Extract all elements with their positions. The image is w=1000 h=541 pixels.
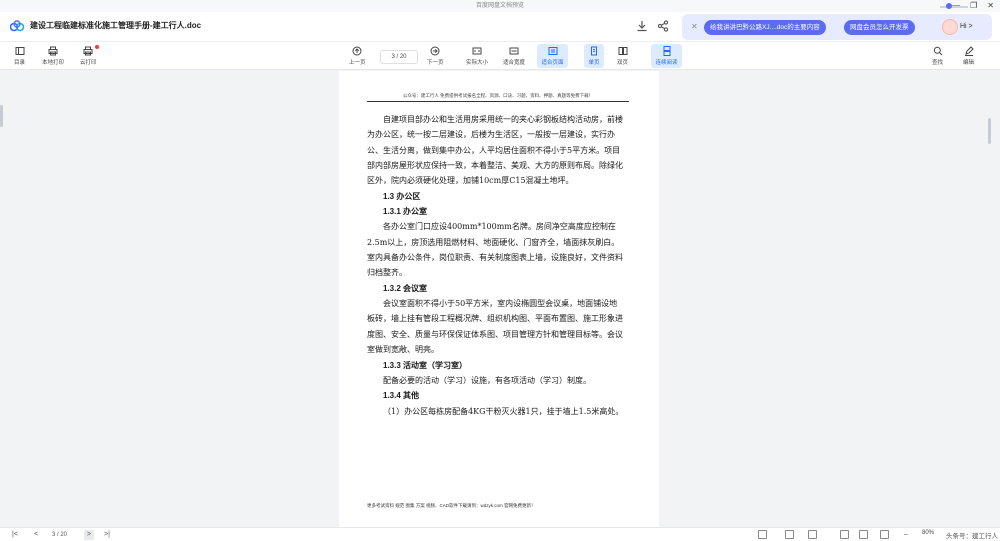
page-body: 自建项目部办公和生活用房采用统一的夹心彩钢板结构活动房，前楼为办公区，统一按二层…: [367, 112, 625, 419]
single-view-icon[interactable]: [785, 530, 794, 539]
document-page: 公众号：建工行人 免费提供考试报名全程、资源、口诀、习题、资料、押题、真题等免费…: [339, 71, 659, 527]
download-icon[interactable]: [636, 20, 648, 32]
zoom-out-icon[interactable]: –: [904, 530, 908, 540]
continuous-reading-button[interactable]: 连续阅读: [651, 44, 682, 68]
prev-page-button[interactable]: 上一页: [349, 44, 366, 68]
page-footer-text: 更多考试资料 规范 图集 方案 视频、CAD软件下载请到：wdzyk.com 官…: [367, 503, 536, 508]
zoom-slider[interactable]: [940, 6, 968, 8]
cloud-printer-icon: [83, 46, 93, 56]
fit-width-icon: [509, 47, 519, 55]
catalog-icon: [15, 47, 24, 55]
close-icon[interactable]: ✕: [987, 0, 994, 12]
paragraph: （1）办公区每栋房配备4KG干粉灭火器1只，挂于墙上1.5米高处。: [383, 406, 624, 416]
document-title: 建设工程临建标准化施工管理手册-建工行人.doc: [30, 21, 202, 30]
next-page-icon[interactable]: >: [84, 530, 95, 540]
page-number-input[interactable]: 3 / 20: [380, 50, 418, 64]
reader-toolbar: 目录 本地打印 云打印 上一页 下一页 实际大小 适合宽度 适合页面 单页 双页…: [0, 42, 1000, 70]
paragraph: 自建项目部办公和生活用房采用统一的夹心彩钢板结构活动房，前楼为办公区，统一按二层…: [367, 115, 623, 186]
page-header-text: 公众号：建工行人 免费提供考试报名全程、资源、口诀、习题、资料、押题、真题等免费…: [367, 93, 629, 102]
fit-page-button[interactable]: 适合页面: [537, 44, 568, 68]
status-bar: |< < 3 / 20 > >| – 80%: [0, 527, 1000, 541]
vertical-scrollbar[interactable]: [988, 118, 991, 144]
fit-page-status-icon[interactable]: [840, 530, 849, 539]
double-page-icon: [618, 47, 627, 55]
status-page-indicator[interactable]: 3 / 20: [52, 530, 67, 540]
pencil-icon: [964, 46, 974, 56]
arrow-up-circle-icon: [352, 46, 362, 56]
ai-avatar[interactable]: [942, 19, 958, 35]
prev-page-icon[interactable]: <: [34, 530, 38, 540]
section-heading: 1.3.2 会议室: [383, 283, 428, 293]
printer-icon: [48, 46, 58, 56]
single-page-button[interactable]: 单页: [584, 44, 604, 68]
actual-size-icon: [472, 47, 482, 55]
left-scroll-indicator[interactable]: [0, 105, 3, 127]
section-heading: 1.3.3 活动室（学习室）: [383, 360, 468, 370]
first-page-icon[interactable]: |<: [12, 530, 18, 540]
search-icon: [933, 46, 942, 56]
watermark-text: 头条号：建工行人: [946, 533, 998, 540]
paragraph: 各办公室门口应设400mm*100mm名牌。房间净空高度应控制在2.5m以上，房…: [367, 222, 623, 278]
view-mode-icon[interactable]: [758, 530, 767, 539]
baidu-netdisk-logo-icon: [10, 20, 24, 32]
window-titlebar: 百度网盘文档预览 — ❐ ✕: [0, 0, 1000, 12]
continuous-reading-icon: [663, 46, 670, 56]
section-heading: 1.3.4 其他: [383, 391, 420, 401]
share-icon[interactable]: [657, 20, 669, 32]
fit-width-button[interactable]: 适合宽度: [503, 44, 525, 68]
section-heading: 1.3.1 办公室: [383, 207, 428, 217]
actual-size-status-icon[interactable]: [880, 530, 889, 539]
paragraph: 会议室面积不得小于50平方米，室内设椭圆型会议桌，地面铺设地板砖，墙上挂有管段工…: [367, 299, 623, 355]
ai-greeting[interactable]: Hi >: [960, 23, 973, 30]
zoom-level: 80%: [922, 530, 935, 536]
ai-assistant-banner: ✕ 给我讲讲巴黔公路XJ....doc的主要内容 网盘会员怎么开发票 Hi >: [682, 14, 992, 40]
cloud-print-button[interactable]: 云打印: [80, 44, 99, 68]
restore-icon[interactable]: ❐: [970, 0, 977, 12]
single-page-icon: [591, 46, 597, 56]
notification-dot: [94, 45, 99, 49]
catalog-button[interactable]: 目录: [14, 44, 25, 68]
ai-suggestion-invoice[interactable]: 网盘会员怎么开发票: [844, 20, 915, 35]
zoom-slider-knob[interactable]: [946, 3, 952, 9]
local-print-button[interactable]: 本地打印: [42, 44, 64, 68]
fit-width-status-icon[interactable]: [859, 530, 868, 539]
fit-page-icon: [548, 47, 557, 55]
paragraph: 配备必要的活动（学习）设施，有各项活动（学习）制度。: [383, 375, 591, 385]
find-button[interactable]: 查找: [932, 44, 943, 68]
arrow-right-circle-icon: [430, 46, 440, 56]
close-banner-icon[interactable]: ✕: [691, 22, 698, 31]
window-title: 百度网盘文档预览: [475, 3, 524, 9]
actual-size-button[interactable]: 实际大小: [466, 44, 488, 68]
last-page-icon[interactable]: >|: [104, 530, 110, 540]
next-page-button[interactable]: 下一页: [427, 44, 444, 68]
double-page-button[interactable]: 双页: [617, 44, 628, 68]
edit-button[interactable]: 编辑: [963, 44, 974, 68]
ai-suggestion-summary[interactable]: 给我讲讲巴黔公路XJ....doc的主要内容: [704, 20, 826, 35]
section-heading: 1.3 办公区: [383, 191, 421, 201]
continuous-view-icon[interactable]: [808, 530, 817, 539]
